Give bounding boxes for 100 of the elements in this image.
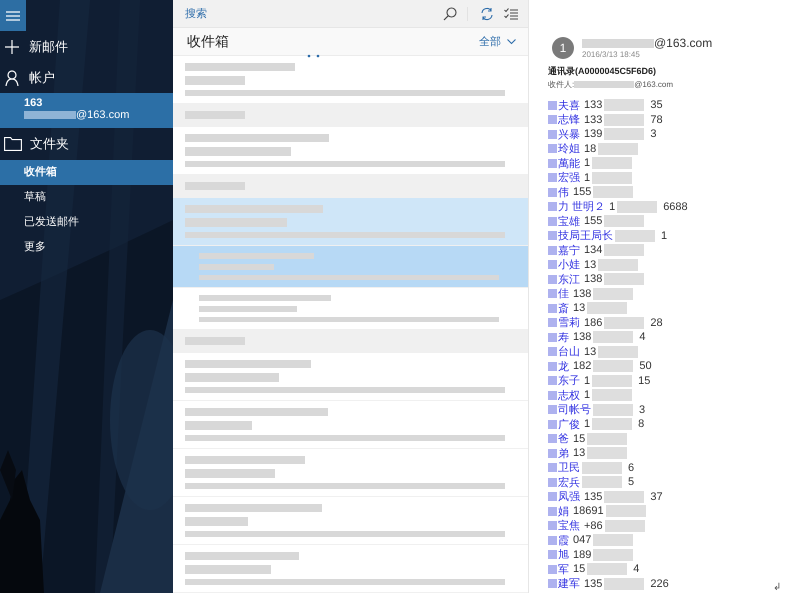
contact-link[interactable]: 萬能 — [558, 156, 580, 171]
folder-item[interactable]: 已发送邮件 — [0, 210, 173, 235]
contact-link[interactable]: 宏强 — [558, 170, 580, 186]
phone-number: 8 — [638, 418, 644, 430]
message-item[interactable] — [173, 401, 528, 449]
contact-link[interactable]: 宏兵 — [558, 474, 580, 490]
redaction-block — [604, 490, 644, 503]
search-icon[interactable] — [443, 6, 457, 20]
search-bar[interactable]: 搜索 — [173, 0, 528, 28]
contact-link[interactable]: 力 世明２ — [558, 199, 606, 214]
account-name: 163 — [24, 97, 44, 109]
message-item[interactable] — [173, 497, 528, 545]
phone-number: 13 — [573, 447, 586, 460]
phone-number: 37 — [650, 490, 663, 503]
phone-number: 3 — [639, 404, 646, 416]
menu-button[interactable] — [0, 0, 26, 31]
contact-link[interactable]: 志权 — [558, 388, 580, 403]
contact-link[interactable]: 东子 — [558, 373, 580, 388]
phone-number: 6688 — [663, 200, 688, 213]
folder-item[interactable]: 更多 — [0, 235, 173, 260]
contact-link[interactable]: 广俊 — [558, 416, 580, 432]
redaction-block — [592, 374, 632, 387]
contact-link[interactable]: 卫民 — [558, 460, 580, 476]
phone-number: 1 — [584, 389, 590, 402]
select-icon[interactable] — [504, 8, 518, 20]
phone-number: 1 — [584, 157, 590, 170]
redaction-block — [604, 215, 644, 228]
contact-link[interactable]: 爸 — [558, 431, 569, 446]
message-item[interactable] — [173, 127, 528, 175]
redaction-block — [593, 186, 634, 198]
contact-link[interactable]: 旭 — [558, 547, 569, 562]
message-subject: 通讯录(A0000045C5F6D6) — [548, 65, 658, 78]
filter-button[interactable]: 全部 — [479, 34, 516, 49]
phone-number: 50 — [639, 360, 652, 372]
phone-number: 182 — [573, 360, 592, 372]
phone-number: 135 — [584, 578, 602, 590]
contact-link[interactable]: 台山 — [558, 344, 580, 360]
contact-link[interactable]: 佳 — [558, 286, 569, 302]
date-group-header[interactable] — [173, 175, 528, 198]
contact-link[interactable]: 寿 — [558, 330, 569, 345]
folder-item[interactable]: 草稿 — [0, 185, 173, 210]
message-item[interactable] — [173, 545, 528, 593]
contact-link[interactable]: 东江 — [558, 272, 580, 287]
phone-number: 155 — [584, 215, 602, 228]
phone-number: 155 — [573, 186, 592, 198]
contact-link[interactable]: 宝雄 — [558, 214, 580, 229]
phone-number: 189 — [573, 548, 592, 561]
contact-link[interactable]: 司帐号 — [558, 402, 591, 418]
list-title: 收件箱 — [187, 32, 229, 50]
redaction-block — [592, 418, 632, 430]
contact-link[interactable]: 小娃 — [558, 257, 580, 272]
message-item[interactable] — [173, 246, 528, 288]
contact-link[interactable]: 雪莉 — [558, 315, 580, 330]
contact-link[interactable]: 玲姐 — [558, 141, 580, 156]
sync-icon[interactable] — [467, 6, 494, 20]
phone-number: 35 — [650, 99, 663, 112]
contact-link[interactable]: 兴暴 — [558, 126, 580, 142]
accounts-button[interactable]: 帐户 — [0, 62, 173, 93]
redaction-block — [604, 578, 644, 590]
redaction-block — [604, 520, 645, 532]
contact-link[interactable]: 龙 — [558, 358, 569, 374]
contact-link[interactable]: 斎 — [558, 300, 569, 316]
message-item[interactable] — [173, 449, 528, 497]
message-item[interactable] — [173, 353, 528, 401]
contact-link[interactable]: 凤强 — [558, 489, 580, 504]
phone-number: 5 — [628, 476, 634, 488]
phone-number: 6 — [628, 462, 634, 474]
message-item[interactable] — [173, 288, 528, 330]
contact-link[interactable]: 军 — [558, 562, 569, 577]
phone-number: 134 — [584, 244, 602, 256]
redaction-block — [593, 548, 634, 561]
redaction-block — [185, 76, 245, 85]
message-item[interactable] — [173, 56, 528, 104]
account-item[interactable]: 163 @163.com — [0, 93, 173, 128]
date-group-header[interactable] — [173, 104, 528, 127]
account-email: @163.com — [76, 109, 130, 121]
contact-link[interactable]: 夫喜 — [558, 98, 580, 113]
redaction-block — [598, 258, 638, 271]
contact-link[interactable]: 建军 — [558, 576, 580, 592]
contact-link[interactable]: 霞 — [558, 532, 569, 548]
message-item[interactable] — [173, 198, 528, 246]
contact-link[interactable]: 伟 — [558, 184, 569, 200]
search-field[interactable]: 搜索 — [185, 8, 433, 20]
redaction-block — [582, 38, 654, 48]
contact-link[interactable]: 娟 — [558, 504, 569, 519]
phone-number: 226 — [650, 578, 669, 590]
redaction-block — [598, 142, 638, 155]
redaction-block — [185, 421, 252, 430]
date-group-header[interactable] — [173, 330, 528, 353]
folder-item[interactable]: 收件箱 — [0, 160, 173, 185]
new-mail-button[interactable]: 新邮件 — [0, 31, 173, 62]
redaction-block — [582, 462, 622, 474]
contact-link[interactable]: 嘉宁 — [558, 242, 580, 258]
contact-link[interactable]: 技局王局长 — [558, 228, 613, 244]
phone-number: 13 — [573, 302, 586, 314]
contact-link[interactable]: 宝焦 — [558, 518, 580, 534]
redaction-block — [604, 316, 644, 329]
contact-link[interactable]: 弟 — [558, 446, 569, 461]
redaction-block — [604, 244, 644, 256]
contact-link[interactable]: 志锋 — [558, 112, 580, 128]
